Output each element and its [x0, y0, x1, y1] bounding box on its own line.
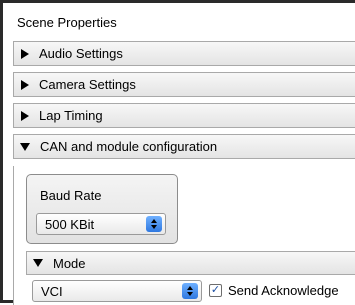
triangle-right-icon: [21, 110, 29, 121]
triangle-down-icon: [20, 142, 30, 151]
section-can-module-configuration[interactable]: CAN and module configuration: [13, 134, 355, 159]
send-acknowledge-label[interactable]: Send Acknowledge: [228, 283, 339, 298]
section-label: Camera Settings: [39, 77, 136, 92]
baud-rate-group: Baud Rate 500 KBit: [26, 174, 178, 244]
updown-arrow-icon: [182, 283, 198, 299]
send-acknowledge-checkbox[interactable]: ✓: [209, 284, 222, 297]
section-lap-timing[interactable]: Lap Timing: [13, 103, 355, 128]
section-label: CAN and module configuration: [40, 139, 218, 154]
checkmark-icon: ✓: [210, 284, 221, 296]
mode-value: VCI: [41, 283, 63, 299]
section-label: Lap Timing: [39, 108, 103, 123]
section-label: Mode: [53, 255, 86, 271]
section-audio-settings[interactable]: Audio Settings: [13, 41, 355, 66]
section-camera-settings[interactable]: Camera Settings: [13, 72, 355, 97]
section-mode[interactable]: Mode: [26, 251, 355, 275]
triangle-right-icon: [21, 48, 29, 59]
triangle-right-icon: [21, 79, 29, 90]
section-label: Audio Settings: [39, 46, 123, 61]
mode-select[interactable]: VCI: [32, 280, 202, 302]
baud-rate-select[interactable]: 500 KBit: [36, 213, 166, 235]
updown-arrow-icon: [146, 216, 162, 232]
baud-rate-title: Baud Rate: [40, 188, 102, 203]
triangle-down-icon: [33, 259, 43, 267]
baud-rate-value: 500 KBit: [45, 216, 95, 232]
panel-title: Scene Properties: [17, 15, 117, 30]
